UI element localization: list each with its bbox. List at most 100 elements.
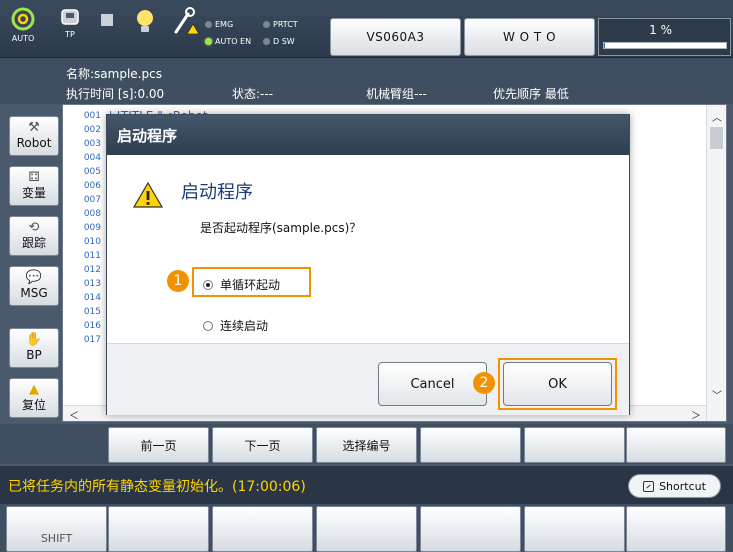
radio-single-label: 单循环起动 — [220, 278, 281, 292]
emg-led-icon — [205, 21, 212, 28]
line-number: 002 — [83, 125, 101, 135]
page-button-empty-3[interactable] — [626, 427, 726, 463]
scroll-up-icon[interactable]: ︿ — [710, 109, 724, 124]
dialog-footer: Cancel 2 OK — [107, 343, 629, 415]
radio-continuous[interactable]: 连续启动 — [203, 317, 268, 334]
start-program-dialog: 启动程序 启动程序 是否起动程序(sample.pcs)？ 1 单循环起动 连续… — [106, 114, 630, 415]
speed-text: 1 % — [649, 23, 672, 37]
robot-type-button[interactable]: VS060A3 — [330, 18, 461, 56]
lamp-indicator[interactable] — [130, 6, 160, 52]
ok-button[interactable]: OK — [503, 362, 612, 406]
side-button-label: Robot — [16, 136, 52, 150]
prev-page-button[interactable]: 前一页 — [108, 427, 209, 463]
auto-en-led-icon — [205, 38, 212, 45]
robot-tool-icon: ⚒ — [28, 120, 40, 135]
function-key-2[interactable] — [212, 506, 313, 552]
prtct-label: PRTCT — [273, 20, 298, 29]
shift-key[interactable]: SHIFT — [6, 506, 107, 552]
stop-square-icon — [101, 14, 113, 26]
radio-single-cycle[interactable]: 单循环起动 — [203, 276, 280, 293]
auto-mode-indicator[interactable]: AUTO — [8, 6, 38, 52]
top-bar: AUTO TP EMG PRTCT AUTO EN D SW VS060A3 W… — [0, 0, 733, 58]
side-button-robot[interactable]: ⚒ Robot — [9, 116, 59, 156]
speed-bar — [603, 42, 727, 49]
shortcut-button[interactable]: Shortcut — [628, 474, 721, 498]
auto-swirl-icon — [11, 7, 35, 31]
warning-icon: ▲ — [29, 382, 39, 397]
line-number: 017 — [83, 335, 101, 345]
stop-indicator[interactable] — [92, 6, 122, 52]
line-number: 008 — [83, 209, 101, 219]
priority: 优先顺序 最低 — [493, 87, 569, 101]
scroll-right-icon[interactable]: ＞ — [691, 407, 701, 422]
callout-badge-1: 1 — [167, 270, 189, 292]
line-number: 013 — [83, 279, 101, 289]
trace-icon: ⟲ — [28, 220, 40, 235]
variable-icon: ⚃ — [28, 170, 40, 185]
side-button-bp[interactable]: ✋ BP — [9, 328, 59, 368]
radio-continuous-label: 连续启动 — [220, 319, 269, 333]
side-button-label: 复位 — [21, 398, 46, 412]
scroll-down-icon[interactable]: ﹀ — [710, 387, 724, 402]
line-number: 004 — [83, 153, 101, 163]
line-number: 005 — [83, 167, 101, 177]
work-coordinate-button[interactable]: W O T O — [464, 18, 595, 56]
page-button-row: 前一页 下一页 选择编号 — [0, 424, 733, 464]
warning-triangle-icon — [133, 181, 163, 208]
radio-continuous-indicator[interactable] — [203, 320, 213, 331]
side-button-reset[interactable]: ▲ 复位 — [9, 378, 59, 418]
page-button-empty-1[interactable] — [420, 427, 521, 463]
next-page-button[interactable]: 下一页 — [212, 427, 313, 463]
hand-icon: ✋ — [25, 332, 43, 347]
program-name: 名称:sample.pcs — [66, 67, 162, 81]
dialog-heading: 启动程序 — [181, 182, 253, 203]
page-button-empty-2[interactable] — [524, 427, 625, 463]
function-key-4[interactable] — [420, 506, 521, 552]
shortcut-icon — [643, 480, 655, 492]
auto-en-label: AUTO EN — [215, 37, 252, 46]
speed-indicator[interactable]: 1 % — [598, 18, 731, 56]
function-key-6[interactable] — [626, 506, 726, 552]
speed-bar-fill — [604, 43, 606, 48]
led-auto-en: AUTO EN — [205, 37, 251, 46]
editor-vertical-scrollbar[interactable]: ︿ ﹀ — [706, 105, 726, 421]
callout-badge-2: 2 — [473, 372, 495, 394]
function-key-3[interactable] — [316, 506, 417, 552]
tool-warning-indicator[interactable] — [170, 6, 200, 52]
arm-group: 机械臂组--- — [366, 87, 427, 101]
message-icon: 💬 — [25, 270, 43, 285]
auto-label: AUTO — [11, 34, 35, 43]
led-emg: EMG — [205, 20, 233, 29]
line-number: 016 — [83, 321, 101, 331]
program-state: 状态:--- — [232, 87, 274, 101]
line-number: 014 — [83, 293, 101, 303]
led-dsw: D SW — [263, 37, 295, 46]
dialog-title: 启动程序 — [107, 115, 629, 155]
function-key-5[interactable] — [524, 506, 625, 552]
line-number: 006 — [83, 181, 101, 191]
side-button-variable[interactable]: ⚃ 变量 — [9, 166, 59, 206]
exec-time: 执行时间 [s]:0.00 — [66, 87, 165, 101]
dsw-label: D SW — [273, 37, 295, 46]
teach-pendant-indicator[interactable]: TP — [55, 6, 85, 52]
scroll-left-icon[interactable]: ＜ — [69, 407, 79, 422]
dialog-question: 是否起动程序(sample.pcs)？ — [200, 221, 362, 235]
status-bar: 已将任务内的所有静态变量初始化。(17:00:06) Shortcut — [0, 466, 733, 504]
side-button-trace[interactable]: ⟲ 跟踪 — [9, 216, 59, 256]
scroll-thumb[interactable] — [710, 127, 723, 149]
tp-icon — [61, 9, 79, 25]
side-button-msg[interactable]: 💬 MSG — [9, 266, 59, 306]
line-number: 001 — [83, 111, 101, 121]
line-numbers: 001 002 003 004 005 006 007 008 009 010 011 012 013 0… — [63, 109, 107, 347]
emg-label: EMG — [215, 20, 234, 29]
led-prtct: PRTCT — [263, 20, 298, 29]
select-number-button[interactable]: 选择编号 — [316, 427, 417, 463]
prtct-led-icon — [263, 21, 270, 28]
line-number: 010 — [83, 237, 101, 247]
cancel-button[interactable]: Cancel — [378, 362, 487, 406]
line-number: 015 — [83, 307, 101, 317]
line-number: 012 — [83, 265, 101, 275]
status-message: 已将任务内的所有静态变量初始化。(17:00:06) — [8, 479, 306, 495]
radio-single-indicator[interactable] — [203, 279, 213, 290]
function-key-1[interactable] — [108, 506, 209, 552]
